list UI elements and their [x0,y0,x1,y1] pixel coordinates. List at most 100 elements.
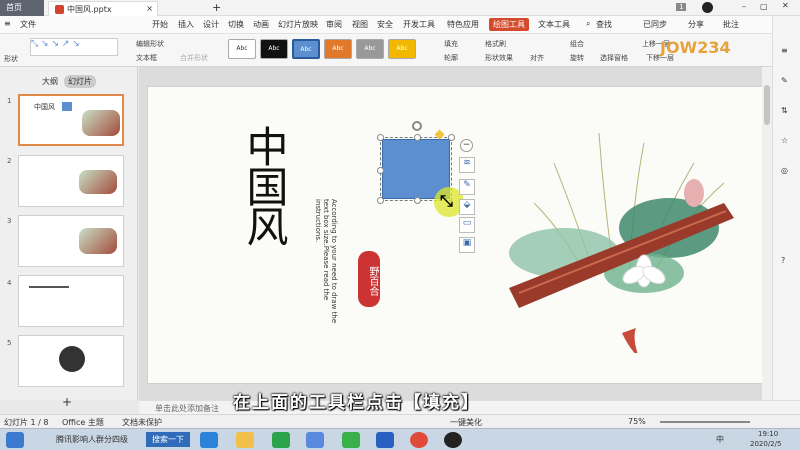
tab-document[interactable]: 中国风.pptx × [48,1,158,16]
menu-developer[interactable]: 开发工具 [403,19,435,30]
format-brush-button[interactable]: 格式刷 [485,39,506,49]
align-button[interactable]: 对齐 [530,53,544,63]
slide-thumbnail-2[interactable] [18,155,124,207]
media-icon[interactable] [342,432,360,448]
style-blue[interactable]: Abc [292,39,320,59]
style-icon[interactable]: ✎ [781,76,788,85]
folder-icon[interactable] [236,432,254,448]
recorder-icon[interactable] [444,432,462,448]
rotate-handle-icon[interactable] [412,121,422,131]
style-orange[interactable]: Abc [324,39,352,59]
menu-review[interactable]: 审阅 [326,19,342,30]
protect-status[interactable]: 文档未保护 [122,417,162,428]
slide-thumbnail-4[interactable] [18,275,124,327]
resize-handle[interactable] [448,134,455,141]
merge-shape-button[interactable]: 合并形状 [180,53,208,63]
slide-thumbnail-3[interactable] [18,215,124,267]
minimize-icon[interactable]: – [742,2,746,11]
close-window-icon[interactable]: ✕ [782,1,789,10]
ie-window-label[interactable]: 腾讯影响人群分四级 [56,434,128,445]
language-indicator[interactable]: 中 [716,434,724,445]
close-tab-icon[interactable]: × [146,4,153,13]
chrome-icon[interactable] [410,432,428,448]
search-box[interactable]: 搜索一下 [146,432,190,447]
add-slide-button[interactable]: + [62,395,72,409]
tab-outline[interactable]: 大纲 [42,76,58,87]
resize-handle[interactable] [377,167,384,174]
tab-home[interactable]: 首页 [0,0,44,16]
sync-status[interactable]: 已同步 [643,19,667,30]
beautify-button[interactable]: 一键美化 [450,417,482,428]
share-button[interactable]: 分享 [688,19,704,30]
menu-design[interactable]: 设计 [203,19,219,30]
textbox-button[interactable]: 文本框 [136,53,157,63]
effects-icon[interactable]: ◎ [781,166,788,175]
comment-icon[interactable]: ▭ [459,217,475,233]
fill-bucket-icon[interactable]: ⬙ [459,199,475,215]
slide-subtitle[interactable]: According to your need to draw the text … [314,199,338,329]
annotate-button[interactable]: 批注 [723,19,739,30]
fill-button[interactable]: 填充 [444,39,458,49]
style-white[interactable]: Abc [228,39,256,59]
pen-icon[interactable]: ✎ [459,179,475,195]
clock-time[interactable]: 19:10 [758,430,778,438]
menu-animation[interactable]: 动画 [253,19,269,30]
avatar[interactable] [702,2,713,13]
menu-text-tools[interactable]: 文本工具 [538,19,570,30]
slide[interactable]: 中国风 According to your need to draw the t… [147,86,763,384]
animation-icon[interactable]: ☆ [781,136,788,145]
image-icon[interactable]: ▣ [459,237,475,253]
clock-date[interactable]: 2020/2/5 [750,440,781,448]
style-gray[interactable]: Abc [356,39,384,59]
rotate-button[interactable]: 旋转 [570,53,584,63]
menu-insert[interactable]: 插入 [178,19,194,30]
vertical-scrollbar[interactable] [762,67,772,400]
collapse-icon[interactable]: − [460,139,473,152]
slide-thumbnail-1[interactable]: 中国风 [18,94,124,146]
lotus-painting[interactable] [494,123,754,353]
menu-file[interactable]: 文件 [20,19,36,30]
zoom-slider[interactable] [660,421,750,423]
menu-slideshow[interactable]: 幻灯片放映 [278,19,318,30]
menu-icon[interactable]: ≡ [4,19,11,28]
shape-button[interactable]: 形状 [4,54,18,64]
edit-shape-button[interactable]: 编辑形状 [136,39,164,49]
shape-gallery[interactable]: ⤡ ↘ ↘ ↗ ↘ [30,38,118,56]
help-icon[interactable]: ? [781,256,785,265]
slide-title[interactable]: 中国风 [240,125,289,245]
style-yellow[interactable]: Abc [388,39,416,59]
new-tab-icon[interactable]: + [212,1,221,14]
resize-handle[interactable] [377,197,384,204]
properties-icon[interactable]: ≡ [781,46,788,55]
maximize-icon[interactable]: ▢ [760,2,768,11]
right-sidebar: ≡ ✎ ⇅ ☆ ◎ ? [772,16,800,402]
baidu-icon[interactable] [306,432,324,448]
menu-security[interactable]: 安全 [377,19,393,30]
notification-badge[interactable]: 1 [676,3,687,11]
menu-transition[interactable]: 切换 [228,19,244,30]
slide-thumbnail-5[interactable] [18,335,124,387]
menu-start[interactable]: 开始 [152,19,168,30]
group-button[interactable]: 组合 [570,39,584,49]
ie-icon[interactable] [200,432,218,448]
scroll-thumb[interactable] [764,85,770,125]
theme-name[interactable]: Office 主题 [62,417,104,428]
store-icon[interactable] [272,432,290,448]
resize-handle[interactable] [414,134,421,141]
outline-button[interactable]: 轮廓 [444,53,458,63]
menu-view[interactable]: 视图 [352,19,368,30]
resize-handle[interactable] [377,134,384,141]
zoom-level[interactable]: 75% [628,417,646,426]
menu-features[interactable]: 特色应用 [447,19,479,30]
tab-slides[interactable]: 幻灯片 [64,75,96,88]
menu-drawing-tools[interactable]: 绘图工具 [489,18,529,31]
wps-writer-icon[interactable] [376,432,394,448]
selection-pane-button[interactable]: 选择窗格 [600,53,628,63]
shape-effect-button[interactable]: 形状效果 [485,53,513,63]
search-button[interactable]: 查找 [596,19,612,30]
layers-icon[interactable]: ≋ [459,157,475,173]
style-black[interactable]: Abc [260,39,288,59]
start-button[interactable] [6,432,24,448]
format-icon[interactable]: ⇅ [781,106,788,115]
resize-handle[interactable] [414,197,421,204]
